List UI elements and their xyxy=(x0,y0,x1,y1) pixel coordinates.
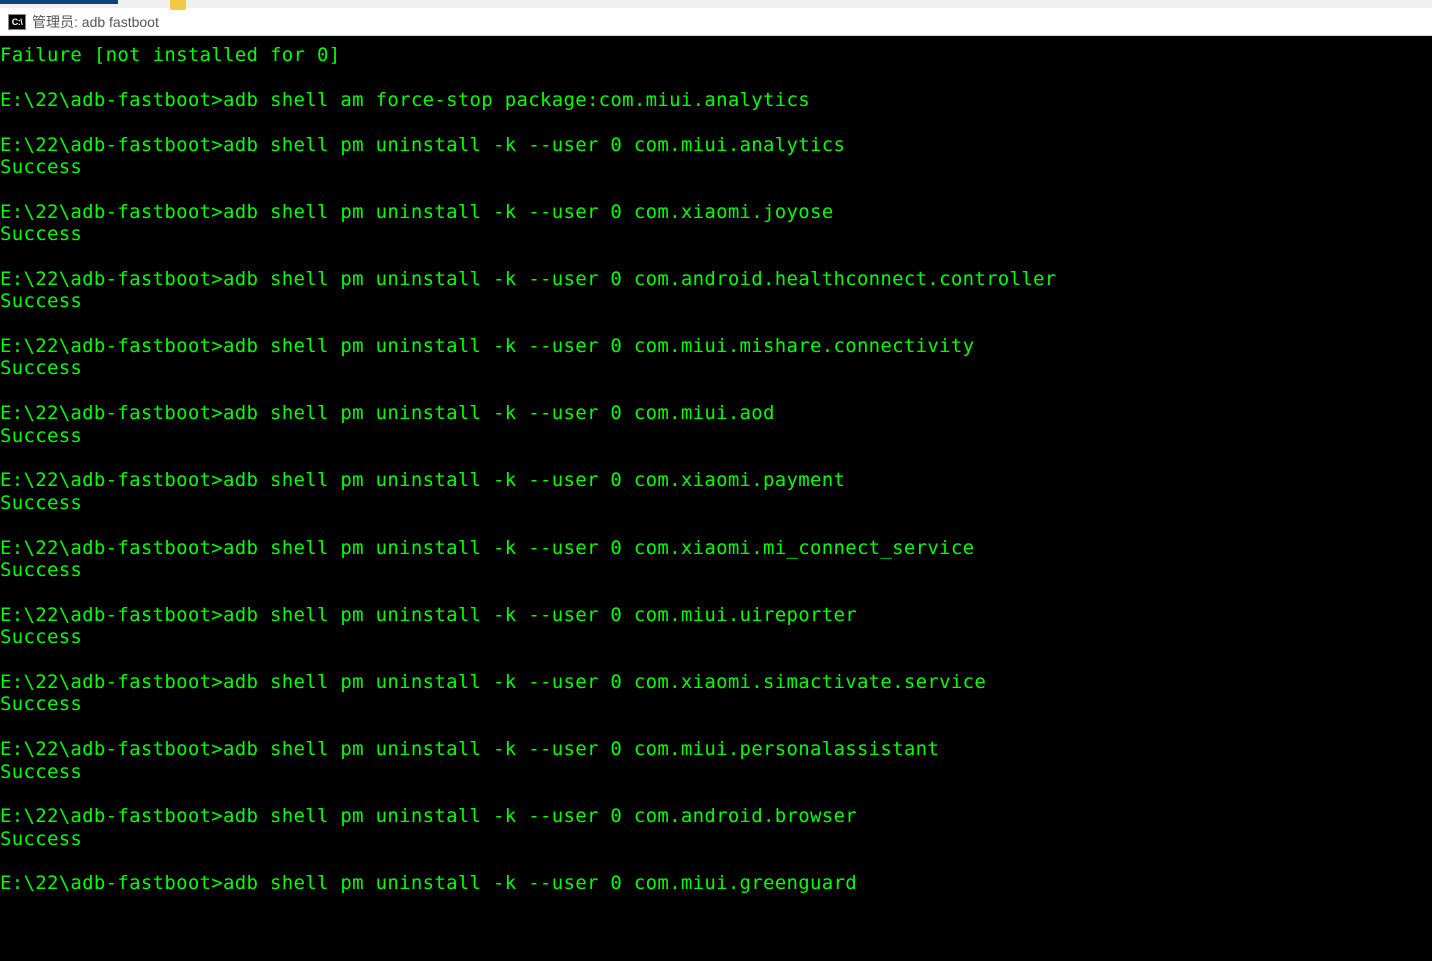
terminal-command-line: E:\22\adb-fastboot>adb shell pm uninstal… xyxy=(0,469,1432,491)
terminal-result-line: Success xyxy=(0,559,1432,581)
terminal-command-line: E:\22\adb-fastboot>adb shell pm uninstal… xyxy=(0,872,1432,894)
window-title-name: adb fastboot xyxy=(82,14,159,30)
terminal-result-line: Success xyxy=(0,425,1432,447)
terminal-blank-line xyxy=(0,66,1432,88)
terminal-command-line: E:\22\adb-fastboot>adb shell pm uninstal… xyxy=(0,335,1432,357)
top-decor-strip xyxy=(0,0,1432,8)
terminal-result-line: Success xyxy=(0,357,1432,379)
terminal-result-line: Success xyxy=(0,693,1432,715)
terminal-command-line: E:\22\adb-fastboot>adb shell pm uninstal… xyxy=(0,537,1432,559)
terminal-command-line: E:\22\adb-fastboot>adb shell pm uninstal… xyxy=(0,268,1432,290)
terminal-command-line: E:\22\adb-fastboot>adb shell am force-st… xyxy=(0,89,1432,111)
terminal-result-line: Success xyxy=(0,492,1432,514)
terminal-blank-line xyxy=(0,111,1432,133)
terminal-blank-line xyxy=(0,380,1432,402)
window-titlebar[interactable]: C:\ 管理员: adb fastboot xyxy=(0,8,1432,36)
terminal-blank-line xyxy=(0,246,1432,268)
terminal-command-line: E:\22\adb-fastboot>adb shell pm uninstal… xyxy=(0,805,1432,827)
terminal-blank-line xyxy=(0,178,1432,200)
window-title: 管理员: adb fastboot xyxy=(32,12,159,32)
terminal-output[interactable]: Failure [not installed for 0] E:\22\adb-f… xyxy=(0,36,1432,961)
terminal-command-line: E:\22\adb-fastboot>adb shell pm uninstal… xyxy=(0,402,1432,424)
terminal-command-line: E:\22\adb-fastboot>adb shell pm uninstal… xyxy=(0,671,1432,693)
terminal-blank-line xyxy=(0,313,1432,335)
terminal-blank-line xyxy=(0,850,1432,872)
terminal-result-line: Success xyxy=(0,828,1432,850)
terminal-result-line: Success xyxy=(0,626,1432,648)
terminal-result-line: Success xyxy=(0,223,1432,245)
terminal-blank-line xyxy=(0,514,1432,536)
terminal-blank-line xyxy=(0,783,1432,805)
terminal-blank-line xyxy=(0,581,1432,603)
terminal-blank-line xyxy=(0,716,1432,738)
terminal-blank-line xyxy=(0,447,1432,469)
terminal-result-line: Success xyxy=(0,156,1432,178)
window-title-prefix: 管理员: xyxy=(32,14,82,30)
top-strip-yellow-icon xyxy=(170,0,186,10)
terminal-result-line: Success xyxy=(0,761,1432,783)
terminal-command-line: E:\22\adb-fastboot>adb shell pm uninstal… xyxy=(0,738,1432,760)
top-strip-blue xyxy=(0,0,118,4)
cmd-icon: C:\ xyxy=(8,14,26,30)
terminal-command-line: E:\22\adb-fastboot>adb shell pm uninstal… xyxy=(0,134,1432,156)
terminal-command-line: E:\22\adb-fastboot>adb shell pm uninstal… xyxy=(0,604,1432,626)
terminal-blank-line xyxy=(0,649,1432,671)
terminal-command-line: E:\22\adb-fastboot>adb shell pm uninstal… xyxy=(0,201,1432,223)
terminal-failure-line: Failure [not installed for 0] xyxy=(0,44,1432,66)
terminal-result-line: Success xyxy=(0,290,1432,312)
